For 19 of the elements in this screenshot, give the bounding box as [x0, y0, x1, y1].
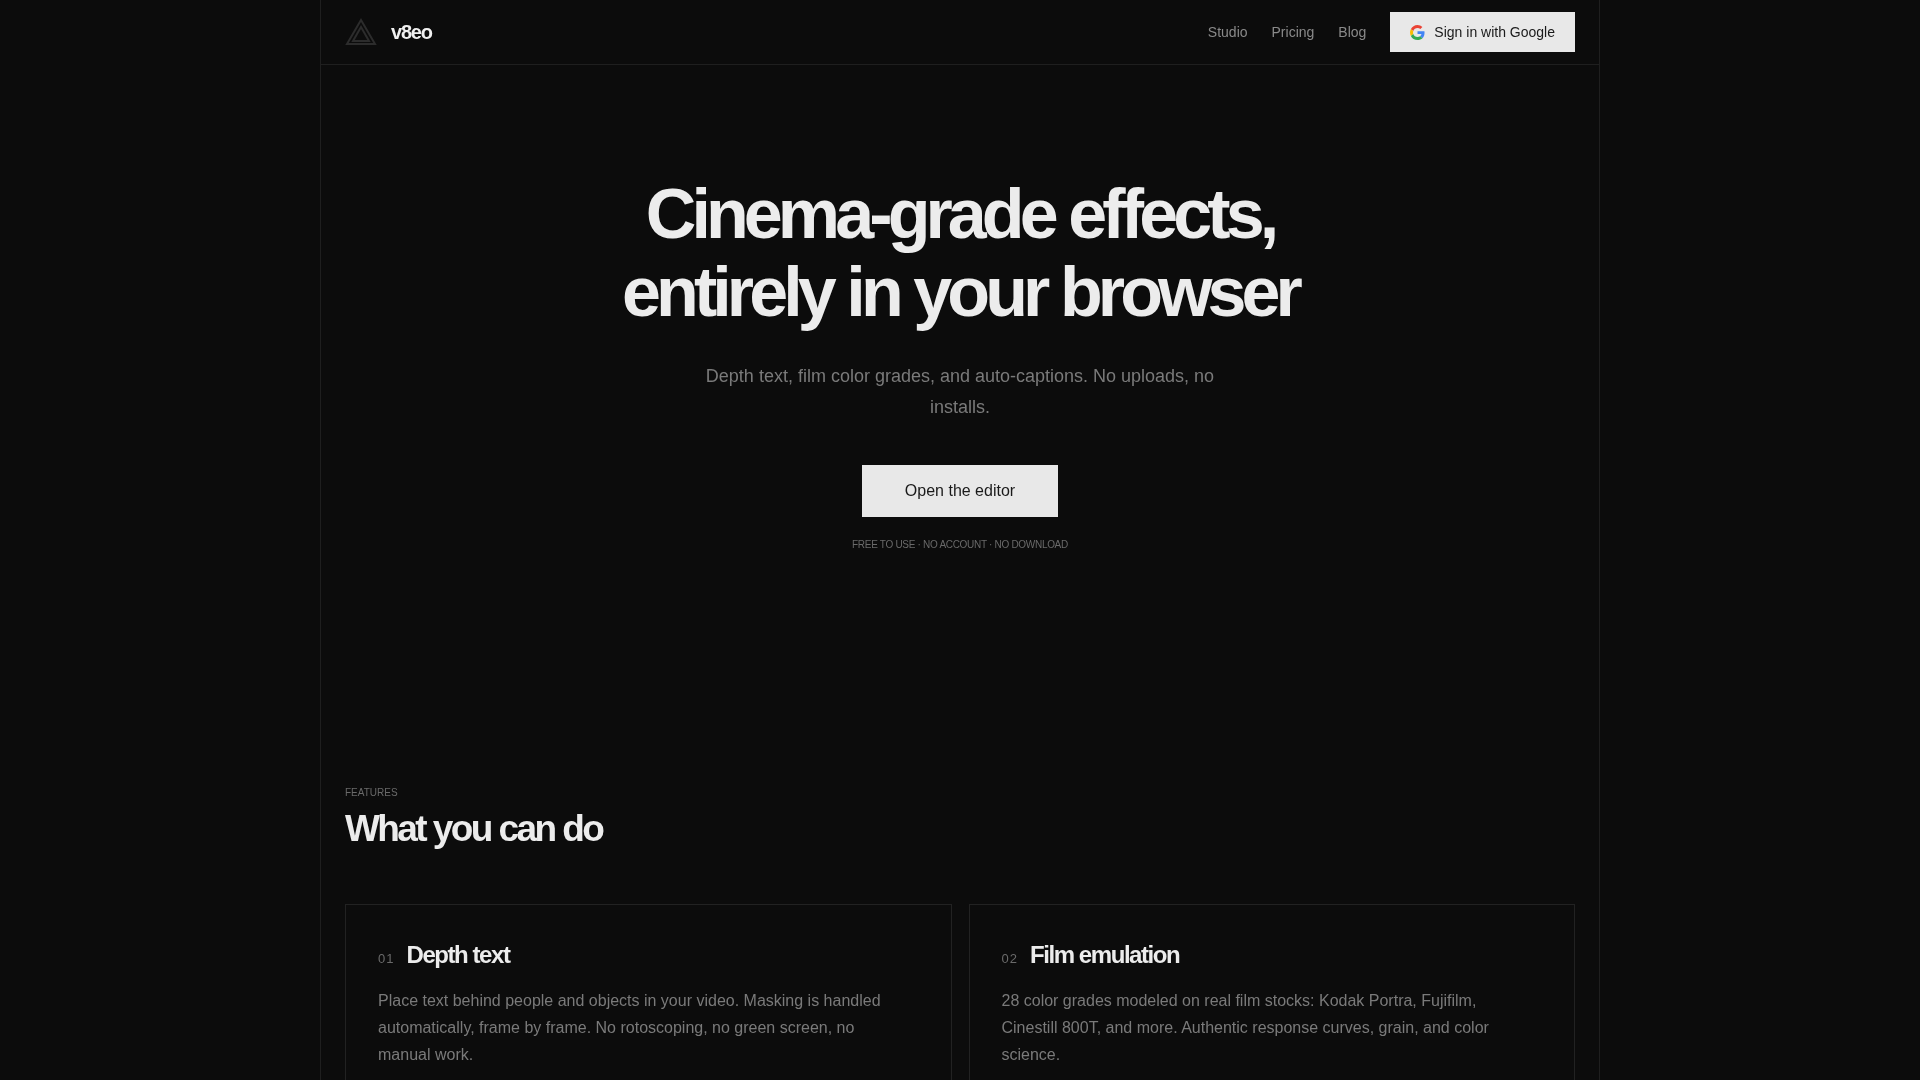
- feature-description: 28 color grades modeled on real film stocks: Kodak Portra, Fujifilm, Cinestill 800T, and more. Authentic response curves, grain, and color science.: [1001, 991, 1490, 1065]
- feature-title: Depth text: [406, 941, 510, 969]
- feature-number: 02: [1001, 951, 1019, 966]
- feature-number: 01: [378, 951, 395, 966]
- section-eyebrow: FEATURES: [345, 787, 399, 798]
- nav-link[interactable]: Pricing: [1271, 24, 1315, 40]
- logo-icon: [345, 18, 377, 46]
- sign-in-button[interactable]: Sign in with Google: [1390, 12, 1575, 52]
- google-icon: [1410, 24, 1426, 40]
- hero-subtitle: Depth text, film color grades, and auto-captions. No uploads, no installs.: [704, 365, 1216, 419]
- nav-link[interactable]: Blog: [1338, 24, 1367, 40]
- section-heading: What you can do: [345, 808, 604, 850]
- brand-name[interactable]: v8eo: [391, 20, 432, 44]
- open-editor-button[interactable]: Open the editor: [862, 465, 1058, 517]
- hero-note: FREE TO USE · NO ACCOUNT · NO DOWNLOAD: [852, 539, 1068, 550]
- feature-description: Place text behind people and objects in your video. Masking is handled automatically, frame by frame. No rotoscoping, no green screen, no manual work.: [378, 991, 882, 1065]
- feature-title: Film emulation: [1030, 941, 1180, 969]
- nav-link[interactable]: Studio: [1207, 24, 1248, 40]
- hero-title: Cinema-grade effects, entirely in your browser: [622, 175, 1298, 331]
